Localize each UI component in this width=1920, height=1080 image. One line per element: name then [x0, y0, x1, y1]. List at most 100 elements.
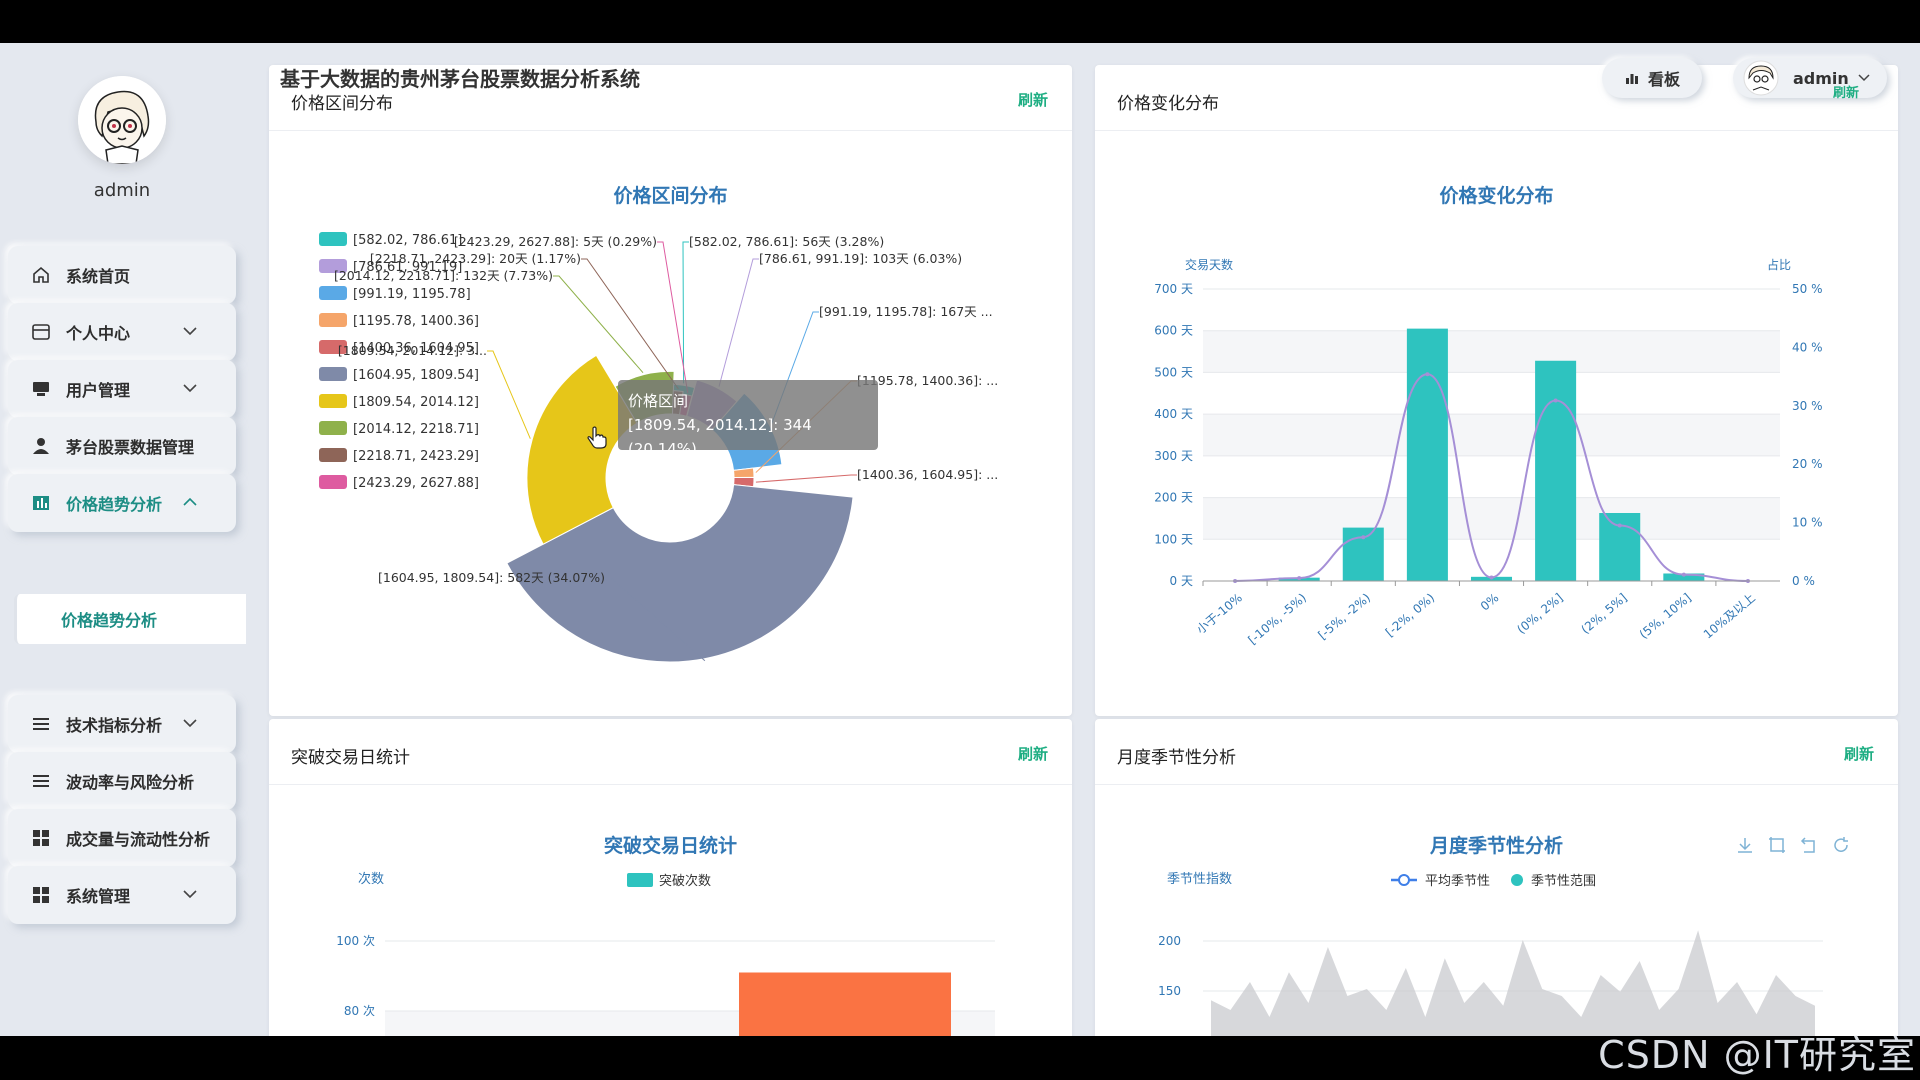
avatar-small-icon [1743, 60, 1779, 96]
monitor-icon [30, 378, 52, 400]
avatar-illustration-icon [78, 76, 166, 164]
y-axis-label: 季节性指数 [1167, 872, 1232, 887]
panel-breakout: 突破交易日统计 刷新 突破交易日统计 突破次数次数100 次80 次60 次 [269, 719, 1072, 1036]
user-icon [30, 435, 52, 457]
sidebar-item-home[interactable]: 系统首页 [8, 246, 236, 304]
legend-label: 突破次数 [659, 873, 711, 889]
legend-label: [1604.95, 1809.54] [353, 368, 479, 383]
legend-label: [2423.29, 2627.88] [353, 476, 479, 491]
line-point [1489, 575, 1494, 580]
panel-monthly: 月度季节性分析 刷新 月度季节性分析 平均季节性 季节性范围 季节性指数 200 150… [1095, 719, 1898, 1036]
sidebar-item-technical-indicators[interactable]: 技术指标分析 [8, 695, 236, 753]
card-icon [30, 321, 52, 343]
chevron-down-icon [183, 719, 197, 728]
y2-tick-label: 30 % [1792, 399, 1823, 413]
monthly-chart: 平均季节性 季节性范围 季节性指数 200 150 100 [1158, 872, 1823, 1036]
x-tick-label: (2%, 5%] [1578, 591, 1629, 637]
slice-label: [2218.71, 2423.29]: 20天 (1.17%) [370, 251, 581, 266]
submenu-item-price-trend[interactable]: 价格趋势分析 [14, 594, 246, 644]
legend-swatch [319, 313, 347, 327]
home-icon [30, 264, 52, 286]
line-point [1297, 576, 1302, 581]
y-tick-label: 400 天 [1154, 407, 1193, 421]
bar-chart-icon [30, 492, 52, 514]
sidebar-item-personal-center[interactable]: 个人中心 [8, 303, 236, 361]
dashboard-button[interactable]: 看板 [1602, 58, 1702, 98]
y-tick-label: 100 [1158, 1034, 1181, 1036]
y-tick-label: 150 [1158, 984, 1181, 998]
y2-tick-label: 20 % [1792, 457, 1823, 471]
chevron-up-icon [183, 497, 197, 506]
hand-cursor-icon [587, 426, 607, 449]
line-point [1425, 372, 1430, 377]
legend-label: [1195.78, 1400.36] [353, 314, 479, 329]
percentage-line [1235, 373, 1748, 582]
x-tick-label: [-2%, 0%) [1383, 591, 1438, 640]
sidebar-item-user-management[interactable]: 用户管理 [8, 360, 236, 418]
sidebar-item-label: 价格趋势分析 [66, 495, 163, 514]
y-axis-label: 次数 [358, 871, 384, 887]
slice-label: [786.61, 991.19]: 103天 (6.03%) [759, 251, 962, 266]
x-tick-label: [-10%, -5%) [1245, 591, 1309, 648]
y2-tick-label: 0 % [1792, 574, 1815, 588]
leader-line [487, 350, 531, 439]
legend-swatch [319, 475, 347, 489]
y-tick-label: 700 天 [1154, 282, 1193, 296]
sidebar-item-volatility-risk[interactable]: 波动率与风险分析 [8, 752, 236, 810]
y2-tick-label: 40 % [1792, 340, 1823, 354]
legend-marker [1398, 874, 1410, 886]
tooltip-title: 价格区间 [628, 392, 689, 410]
legend-label: 平均季节性 [1425, 874, 1490, 889]
slice-label: [1604.95, 1809.54]: 582天 (34.07%) [378, 570, 605, 585]
bar [1406, 328, 1448, 581]
slice-label: [1400.36, 1604.95]: ... [857, 467, 998, 482]
line-point [1361, 535, 1366, 540]
y-tick-label: 500 天 [1154, 365, 1193, 379]
sidebar-item-label: 用户管理 [66, 381, 131, 400]
legend-swatch [319, 367, 347, 381]
grid-band [1203, 497, 1780, 540]
breakout-chart: 突破次数次数100 次80 次60 次 [336, 871, 995, 1036]
panel-price-change: 价格变化分布 价格变化分布 0 天 100 天 200 天 300 天 400 天 500… [1095, 65, 1898, 716]
tooltip-value: [1809.54, 2014.12]: 344 (20.14%) [628, 416, 812, 458]
sidebar-item-volume-liquidity[interactable]: 成交量与流动性分析 [8, 809, 236, 867]
avatar[interactable] [78, 76, 166, 164]
sidebar-item-label: 茅台股票数据管理 [66, 438, 195, 457]
y-tick-label: 600 天 [1154, 324, 1193, 338]
y-axis-label: 交易天数 [1185, 257, 1233, 272]
sidebar-item-system-management[interactable]: 系统管理 [8, 866, 236, 924]
y2-tick-label: 10 % [1792, 516, 1823, 530]
sidebar-username: admin [93, 180, 151, 201]
legend-label: [991.19, 1195.78] [353, 287, 471, 302]
y2-tick-label: 50 % [1792, 282, 1823, 296]
line-point [1553, 398, 1558, 403]
leader-line [718, 258, 759, 387]
legend-label: 季节性范围 [1531, 874, 1596, 889]
y-tick-label: 100 次 [336, 934, 375, 948]
x-tick-label: (5%, 10%] [1637, 591, 1694, 642]
app-title: 基于大数据的贵州茅台股票数据分析系统 [280, 67, 640, 91]
sidebar-item-label: 系统首页 [66, 267, 131, 286]
bar-line-chart: 0 天 100 天 200 天 300 天 400 天 500 天 600 天 700 天 0 … [1154, 257, 1823, 648]
bar [1535, 360, 1577, 581]
sidebar-item-stock-data[interactable]: 茅台股票数据管理 [8, 417, 236, 475]
user-refresh-link[interactable]: 刷新 [1833, 82, 1859, 101]
legend-swatch [319, 394, 347, 408]
slice-label: [991.19, 1195.78]: 167天 ... [819, 304, 993, 319]
sidebar-item-label: 成交量与流动性分析 [66, 830, 211, 849]
grid-icon [30, 884, 52, 906]
leader-line [755, 474, 857, 483]
slice-label: [2423.29, 2627.88]: 5天 (0.29%) [454, 234, 657, 249]
y-tick-label: 0 天 [1170, 574, 1193, 588]
grid-band [1203, 414, 1780, 456]
y2-axis-label: 占比 [1767, 257, 1791, 272]
sidebar-item-price-trend[interactable]: 价格趋势分析 [8, 474, 236, 532]
chart-tooltip: 价格区间 [1809.54, 2014.12]: 344 (20.14%) [618, 380, 878, 458]
seasonal-range-area [1211, 930, 1815, 1036]
user-menu[interactable]: admin 刷新 [1733, 58, 1887, 101]
legend-swatch [319, 448, 347, 462]
y-tick-label: 200 [1158, 934, 1181, 948]
grid-icon [30, 827, 52, 849]
slice-label: [1195.78, 1400.36]: ... [857, 373, 998, 388]
legend-label: [2218.71, 2423.29] [353, 449, 479, 464]
